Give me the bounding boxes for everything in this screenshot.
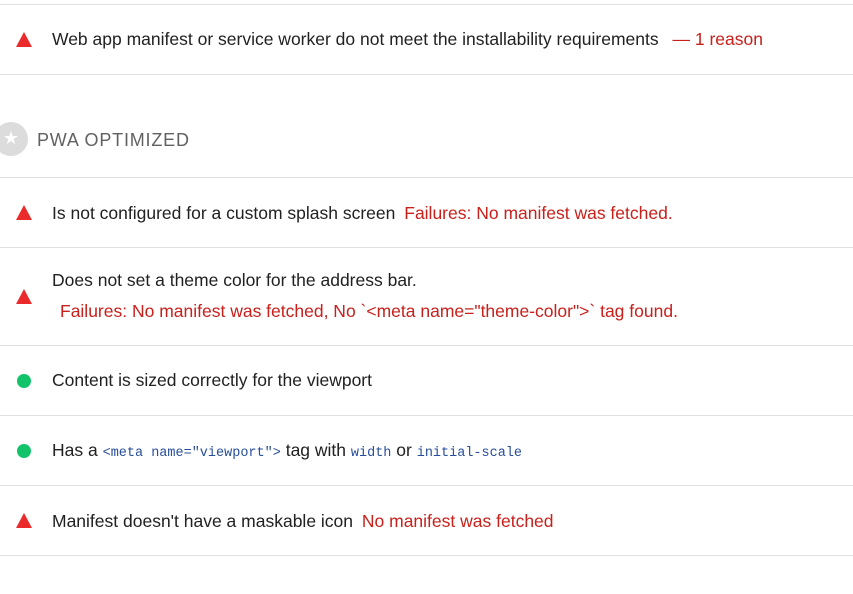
audit-title: Has a <meta name="viewport"> tag with wi… <box>52 439 522 465</box>
divider <box>0 74 853 75</box>
audit-title: Manifest doesn't have a maskable icon No… <box>52 510 554 532</box>
audit-row-installable[interactable]: Web app manifest or service worker do no… <box>0 5 853 74</box>
audit-title-or: or <box>396 440 412 460</box>
audit-title-text: Is not configured for a custom splash sc… <box>52 203 396 223</box>
audit-title: Content is sized correctly for the viewp… <box>52 370 372 390</box>
audit-row-maskable-icon[interactable]: Manifest doesn't have a maskable icon No… <box>0 486 853 555</box>
fail-triangle-icon <box>16 289 32 304</box>
fail-triangle-icon <box>16 32 32 47</box>
audit-reason-count: — 1 reason <box>672 29 763 49</box>
pass-circle-icon <box>17 444 31 458</box>
code-width: width <box>350 446 392 461</box>
fail-triangle-icon <box>16 205 32 220</box>
audit-row-content-width[interactable]: Content is sized correctly for the viewp… <box>0 346 853 415</box>
audit-row-theme-color[interactable]: Does not set a theme color for the addre… <box>0 248 853 345</box>
audit-row-viewport[interactable]: Has a <meta name="viewport"> tag with wi… <box>0 416 853 485</box>
audit-title-text: Manifest doesn't have a maskable icon <box>52 511 354 531</box>
audit-failure-detail: Failures: No manifest was fetched, No `<… <box>60 301 678 321</box>
audit-failure-detail: Failures: No manifest was fetched. <box>404 203 673 223</box>
group-title: PWA OPTIMIZED <box>37 130 190 150</box>
audit-row-splash-screen[interactable]: Is not configured for a custom splash sc… <box>0 178 853 247</box>
group-badge: ★ <box>0 122 28 156</box>
pass-circle-icon <box>17 374 31 388</box>
star-icon: ★ <box>2 128 20 149</box>
audit-title: Web app manifest or service worker do no… <box>52 28 763 50</box>
code-initial-scale: initial-scale <box>416 446 523 461</box>
fail-triangle-icon <box>16 513 32 528</box>
audit-title-text: Web app manifest or service worker do no… <box>52 29 659 49</box>
audit-title: Is not configured for a custom splash sc… <box>52 202 673 224</box>
audit-failure-detail: No manifest was fetched <box>361 511 554 531</box>
audit-title-prefix: Has a <box>52 440 98 460</box>
audit-title-mid: tag with <box>285 440 347 460</box>
divider <box>0 555 853 556</box>
code-meta-viewport: <meta name="viewport"> <box>102 446 281 461</box>
audit-title: Does not set a theme color for the addre… <box>52 270 417 290</box>
